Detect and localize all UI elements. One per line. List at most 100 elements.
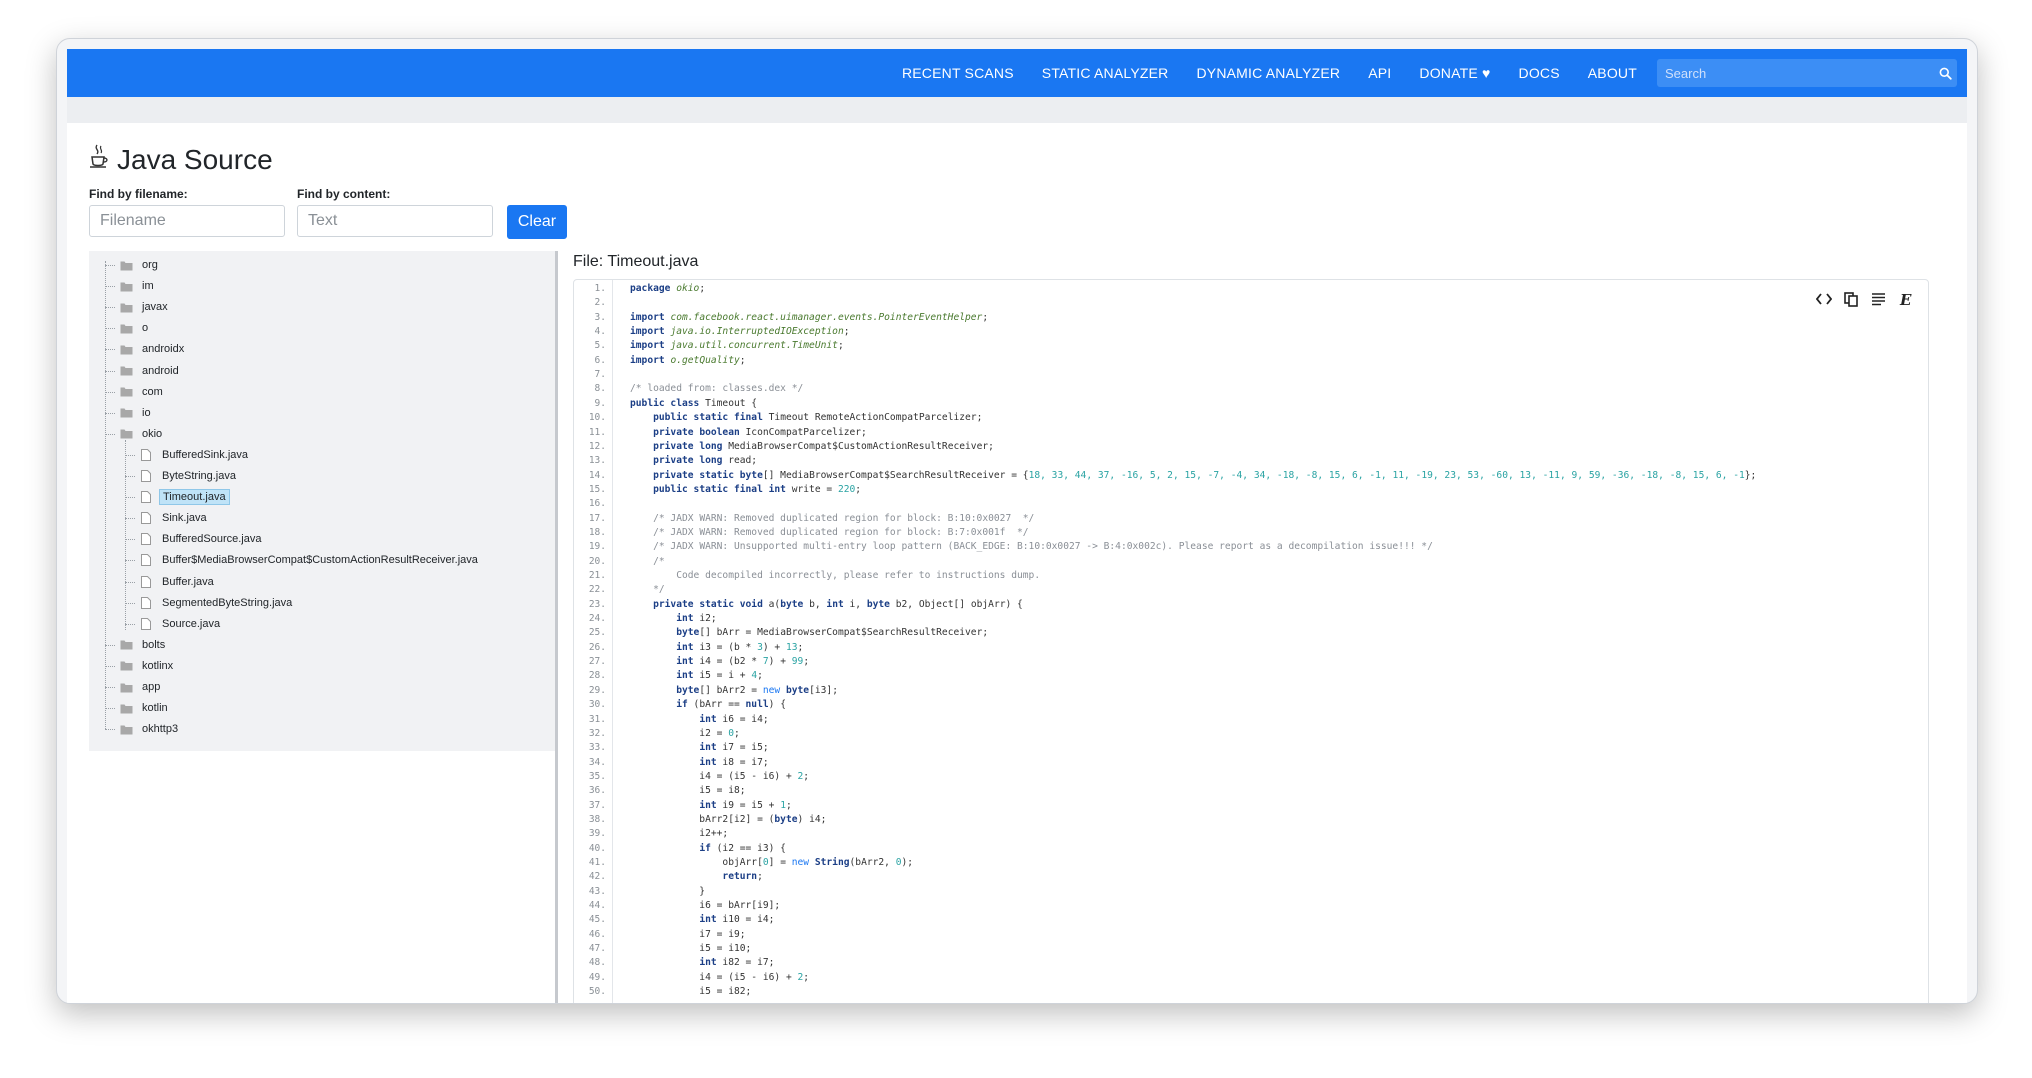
line-number: 38. (588, 813, 606, 825)
tree-folder-okhttp3[interactable]: okhttp3 (119, 719, 181, 739)
code-token: int (699, 756, 723, 768)
code-icon[interactable] (1813, 288, 1835, 310)
copy-icon[interactable] (1840, 288, 1862, 310)
folder-icon (119, 300, 133, 314)
code-line: Code decompiled incorrectly, please refe… (630, 570, 1040, 581)
browser-window: RECENT SCANS STATIC ANALYZER DYNAMIC ANA… (56, 38, 1978, 1004)
tree-folder-com[interactable]: com (119, 382, 166, 402)
filename-input[interactable] (89, 205, 285, 237)
nav-recent-scans[interactable]: RECENT SCANS (902, 65, 1014, 81)
sub-header-bar (67, 97, 1967, 123)
tree-folder-androidx[interactable]: androidx (119, 339, 187, 359)
code-viewer[interactable]: 1. 2. 3. 4. 5. 6. 7. 8. 9. 10. 11. 12. 13. 14. 15. 16. 1… (573, 279, 1929, 1003)
code-token: null (745, 699, 769, 711)
file-icon (139, 511, 153, 525)
code-line: int i82 = i7; (630, 957, 774, 968)
nav-about[interactable]: ABOUT (1588, 65, 1637, 81)
file-icon (139, 575, 153, 589)
code-line: int i8 = i7; (630, 756, 768, 768)
code-line: import com.facebook.react.uimanager.even… (630, 312, 988, 323)
tree-folder-kotlinx[interactable]: kotlinx (119, 656, 176, 676)
line-number: 31. (588, 713, 606, 725)
line-number: 9. (594, 397, 606, 409)
code-token: Timeout { (705, 397, 758, 409)
clear-button[interactable]: Clear (507, 205, 567, 239)
wrap-lines-icon[interactable] (1867, 288, 1889, 310)
code-token: ; (803, 656, 810, 668)
tree-folder-bolts[interactable]: bolts (119, 635, 168, 655)
code-token: /* (653, 555, 665, 567)
nav-dynamic-analyzer[interactable]: DYNAMIC ANALYZER (1196, 65, 1340, 81)
tree-connector (125, 518, 135, 520)
line-number: 2. (594, 297, 606, 309)
code-token: i6 = i4; (722, 713, 769, 725)
code-token: ; (757, 871, 763, 883)
nav-donate[interactable]: DONATE ♥ (1419, 65, 1490, 81)
tree-file-item[interactable]: Source.java (139, 614, 223, 634)
tree-file-item[interactable]: SegmentedByteString.java (139, 593, 295, 613)
search-box (1657, 59, 1957, 87)
line-number: 6. (594, 354, 606, 366)
tree-file-item[interactable]: Sink.java (139, 508, 210, 528)
tree-connector (105, 708, 115, 710)
code-line: private static byte[] MediaBrowserCompat… (630, 470, 1756, 481)
code-token: public static final (653, 412, 769, 424)
line-number-gutter: 1. 2. 3. 4. 5. 6. 7. 8. 9. 10. 11. 12. 13. 14. 15. 16. 1… (574, 280, 613, 1003)
code-token: 99 (791, 656, 804, 668)
code-token: (i2 == i3) { (716, 842, 786, 854)
code-token: 13 (785, 641, 798, 653)
tree-connector (105, 349, 115, 351)
line-number: 20. (588, 555, 606, 567)
tree-item-label: io (142, 406, 151, 419)
tree-folder-org[interactable]: org (119, 255, 161, 275)
code-token: IconCompatParcelizer; (745, 426, 867, 438)
code-line: import java.util.concurrent.TimeUnit; (630, 340, 844, 351)
code-line: /* loaded from: classes.dex */ (630, 383, 803, 394)
code-token: write = (791, 483, 838, 495)
panel-splitter[interactable] (555, 251, 558, 1003)
tree-folder-kotlin[interactable]: kotlin (119, 698, 171, 718)
tree-folder-io[interactable]: io (119, 403, 154, 423)
tree-item-label: okio (142, 427, 163, 440)
tree-file-item[interactable]: ByteString.java (139, 466, 239, 486)
code-token: ; (757, 670, 763, 682)
nav-docs[interactable]: DOCS (1519, 65, 1560, 81)
code-token: i5 = i10; (630, 943, 752, 955)
code-line: i2 = 0; (630, 728, 739, 739)
tree-file-item[interactable]: BufferedSource.java (139, 529, 264, 549)
search-input[interactable] (1657, 59, 1933, 87)
editor-icon[interactable]: E (1894, 288, 1916, 310)
tree-item-label: o (142, 322, 149, 335)
content-input[interactable] (297, 205, 493, 237)
tree-file-item[interactable]: Buffer$MediaBrowserCompat$CustomActionRe… (139, 550, 481, 570)
line-number: 14. (588, 469, 606, 481)
tree-folder-android[interactable]: android (119, 361, 182, 381)
search-icon[interactable] (1933, 67, 1957, 80)
tree-folder-javax[interactable]: javax (119, 297, 171, 317)
tree-connector-vertical (125, 439, 126, 630)
tree-folder-app[interactable]: app (119, 677, 163, 697)
line-number: 29. (588, 684, 606, 696)
code-token: i4 = (b2 * (699, 656, 763, 668)
code-line: i2++; (630, 828, 728, 839)
tree-item-label: Source.java (162, 617, 221, 630)
tree-folder-o[interactable]: o (119, 318, 151, 338)
tree-file-item[interactable]: Timeout.java (139, 487, 230, 507)
code-line: if (bArr == null) { (630, 699, 786, 710)
tree-connector (105, 328, 115, 330)
tree-file-item[interactable]: Buffer.java (139, 572, 217, 592)
nav-static-analyzer[interactable]: STATIC ANALYZER (1042, 65, 1169, 81)
tree-folder-im[interactable]: im (119, 276, 157, 296)
nav-api[interactable]: API (1368, 65, 1391, 81)
tree-file-item[interactable]: BufferedSink.java (139, 445, 251, 465)
code-token: a( (768, 598, 781, 610)
code-token: byte (866, 598, 896, 610)
